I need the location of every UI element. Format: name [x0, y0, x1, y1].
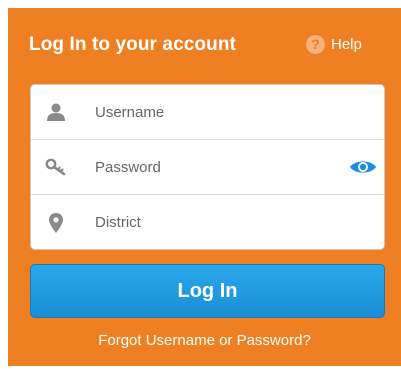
username-input[interactable]	[93, 102, 337, 122]
password-input[interactable]	[93, 157, 337, 177]
login-header: Log In to your account ? Help	[8, 8, 401, 84]
login-panel: Log In to your account ? Help Username D…	[8, 8, 401, 366]
key-icon	[45, 156, 67, 178]
help-label: Help	[331, 36, 362, 53]
login-button[interactable]: Log In	[30, 264, 385, 318]
district-input[interactable]	[93, 213, 337, 232]
forgot-credentials-link[interactable]: Forgot Username or Password?	[8, 332, 401, 349]
district-row	[31, 195, 384, 249]
user-icon	[45, 101, 67, 123]
page-title: Log In to your account	[29, 34, 236, 55]
question-circle-icon: ?	[306, 35, 325, 54]
username-row	[31, 85, 384, 140]
map-pin-icon	[45, 212, 67, 234]
login-form	[30, 84, 385, 250]
help-link[interactable]: ? Help	[306, 35, 362, 54]
eye-icon[interactable]	[349, 158, 377, 176]
password-row	[31, 140, 384, 195]
